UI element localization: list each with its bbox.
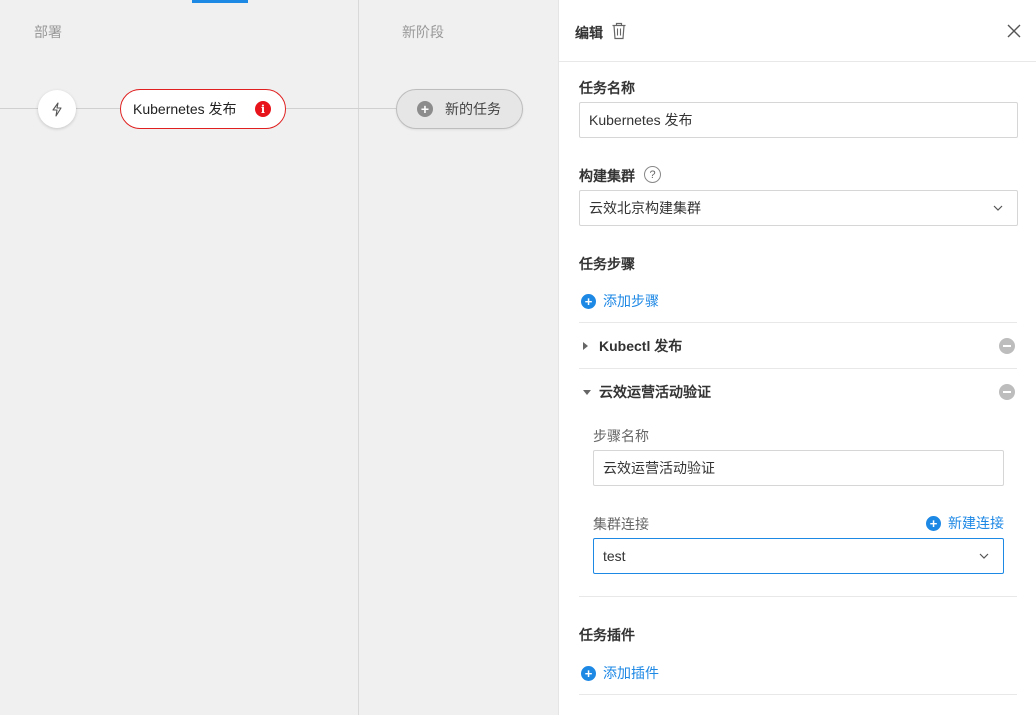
add-plugin-label: 添加插件 (603, 665, 659, 681)
step-row-yunxiao[interactable]: 云效运营活动验证 (579, 369, 1017, 415)
build-cluster-value: 云效北京构建集群 (589, 200, 701, 216)
add-step-button[interactable]: + 添加步骤 (581, 291, 659, 311)
lightning-icon (52, 101, 62, 117)
divider (579, 694, 1017, 695)
new-connection-label: 新建连接 (948, 515, 1004, 531)
edit-panel: 编辑 任务名称 Kubernetes 发布 构建集群 ? 云效北京构建集群 任务… (558, 0, 1036, 715)
chevron-down-icon (993, 205, 1003, 211)
divider (579, 596, 1017, 597)
flow-line (76, 108, 120, 109)
close-icon[interactable] (1007, 24, 1021, 38)
task-name-value: Kubernetes 发布 (589, 112, 693, 128)
build-cluster-label: 构建集群 (579, 168, 635, 184)
panel-header: 编辑 (559, 0, 1036, 62)
plus-circle-icon: + (581, 293, 596, 309)
cluster-conn-select[interactable]: test (593, 538, 1004, 574)
plus-circle-icon: + (417, 101, 433, 117)
active-tab-indicator (192, 0, 248, 3)
new-task-button[interactable]: + 新的任务 (396, 89, 523, 129)
step-title: Kubectl 发布 (599, 338, 683, 354)
panel-title: 编辑 (575, 25, 603, 41)
stage-title-deploy: 部署 (34, 24, 62, 40)
task-plugins-label: 任务插件 (579, 627, 635, 643)
task-name-input[interactable]: Kubernetes 发布 (579, 102, 1018, 138)
task-node-label: Kubernetes 发布 (133, 101, 237, 117)
error-icon: i (255, 101, 271, 117)
step-row-kubectl[interactable]: Kubectl 发布 (579, 323, 1017, 369)
flow-line (286, 108, 396, 109)
help-icon[interactable]: ? (644, 166, 661, 183)
step-name-value: 云效运营活动验证 (603, 460, 715, 476)
build-cluster-select[interactable]: 云效北京构建集群 (579, 190, 1018, 226)
cluster-conn-value: test (603, 548, 626, 564)
stage-title-new: 新阶段 (402, 24, 444, 40)
step-name-label: 步骤名称 (593, 428, 649, 444)
add-plugin-button[interactable]: + 添加插件 (581, 663, 659, 683)
pipeline-canvas: 部署 新阶段 Kubernetes 发布 i + 新的任务 (0, 0, 558, 715)
task-name-label: 任务名称 (579, 80, 635, 96)
plus-circle-icon: + (581, 665, 596, 681)
task-node-kubernetes[interactable]: Kubernetes 发布 i (120, 89, 286, 129)
flow-line (0, 108, 38, 109)
new-connection-button[interactable]: + 新建连接 (926, 513, 1004, 533)
caret-down-icon (579, 387, 599, 397)
minus-circle-icon[interactable] (999, 338, 1015, 354)
trash-icon[interactable] (611, 22, 627, 40)
caret-right-icon (579, 341, 599, 351)
minus-circle-icon[interactable] (999, 384, 1015, 400)
chevron-down-icon (979, 553, 989, 559)
cluster-conn-label: 集群连接 (593, 516, 649, 532)
new-task-label: 新的任务 (445, 101, 501, 117)
plus-circle-icon: + (926, 515, 941, 531)
add-step-label: 添加步骤 (603, 293, 659, 309)
trigger-node[interactable] (38, 90, 76, 128)
step-name-input[interactable]: 云效运营活动验证 (593, 450, 1004, 486)
step-title: 云效运营活动验证 (599, 384, 711, 400)
task-steps-label: 任务步骤 (579, 256, 635, 272)
